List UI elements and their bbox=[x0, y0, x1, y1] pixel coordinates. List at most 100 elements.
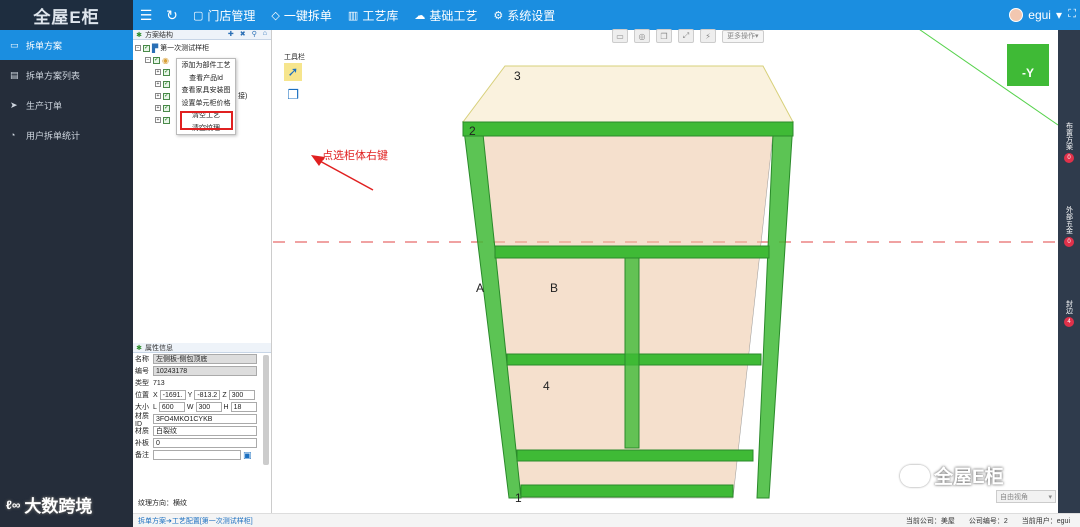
sidebar-item-production-order[interactable]: ➤ 生产订单 bbox=[0, 90, 133, 120]
expand-icon[interactable]: + bbox=[155, 105, 161, 111]
rightbar-edge-banding[interactable]: 封边 4 bbox=[1058, 300, 1080, 327]
right-sidebar: 布置方案 0 外部五金 0 封边 4 bbox=[1058, 30, 1080, 513]
tree-node-root[interactable]: − ✓ ▛ 第一次测试样柜 bbox=[135, 42, 271, 54]
tree-checkbox[interactable]: ✓ bbox=[163, 92, 170, 100]
collapse-icon[interactable]: − bbox=[135, 45, 141, 51]
sidebar-item-user-stats[interactable]: ◔ 用户拆单统计 bbox=[0, 120, 133, 150]
note-field[interactable] bbox=[153, 450, 241, 460]
tree-checkbox[interactable]: ✓ bbox=[143, 44, 150, 52]
prop-code-row: 编号 10243178 bbox=[133, 365, 271, 377]
pos-z-field[interactable]: 300 bbox=[228, 390, 255, 400]
tree-checkbox[interactable]: ✓ bbox=[163, 116, 170, 124]
bottom-rail[interactable] bbox=[520, 484, 734, 498]
fullscreen-icon[interactable]: ⛶ bbox=[1068, 8, 1076, 21]
size-w-field[interactable]: 300 bbox=[195, 402, 222, 412]
send-icon: ➤ bbox=[10, 99, 18, 110]
tree-checkbox[interactable]: ✓ bbox=[153, 56, 160, 64]
breadcrumb[interactable]: 拆单方案➔工艺配置[第一次测试样柜] bbox=[138, 516, 253, 526]
cabinet-model[interactable]: 3 2 A B 4 1 bbox=[273, 30, 1058, 513]
target-icon[interactable]: ◎ bbox=[634, 29, 650, 43]
material-field[interactable]: 白裂纹 bbox=[153, 426, 257, 436]
sidebar: ▭ 拆单方案 ▤ 拆单方案列表 ➤ 生产订单 ◔ 用户拆单统计 bbox=[0, 30, 133, 527]
expand-icon[interactable]: + bbox=[155, 93, 161, 99]
properties-panel: ✱ 属性信息 名称 左侧板-侧包顶底 编号 10243178 类型 713 位置 X -16… bbox=[133, 343, 272, 513]
tree-checkbox[interactable]: ✓ bbox=[163, 80, 170, 88]
menu-item-view-product-id[interactable]: 查看产品Id bbox=[177, 72, 235, 85]
sidebar-item-split-plan[interactable]: ▭ 拆单方案 bbox=[0, 30, 133, 60]
collapse-icon[interactable]: − bbox=[145, 57, 151, 63]
view-mode-select[interactable]: 自由视角 ▾ bbox=[996, 490, 1056, 503]
prop-edge-row: 补板 0 bbox=[133, 437, 271, 449]
count-badge: 0 bbox=[1064, 237, 1074, 247]
material-id-field[interactable]: 3FO4MKO1CYKB bbox=[153, 414, 257, 424]
wechat-icon bbox=[900, 464, 930, 487]
delete-icon[interactable]: ✖ bbox=[240, 30, 246, 38]
panel-icon: ✱ bbox=[136, 31, 142, 39]
gear-icon: ⚙ bbox=[493, 9, 504, 22]
scrollbar[interactable] bbox=[263, 355, 269, 465]
cabinet-top bbox=[462, 65, 794, 123]
more-operations-button[interactable]: 更多操作 ▾ bbox=[722, 29, 764, 43]
refresh-icon[interactable]: ↻ bbox=[159, 7, 185, 24]
menu-icon[interactable]: ☰ bbox=[133, 7, 159, 24]
sidebar-item-split-plan-list[interactable]: ▤ 拆单方案列表 bbox=[0, 60, 133, 90]
search-icon[interactable]: ⚲ bbox=[252, 30, 257, 38]
divider-panel[interactable] bbox=[624, 257, 640, 449]
view-cube[interactable]: -Y bbox=[1007, 44, 1049, 86]
menu-item-view-install-drawing[interactable]: 查看家具安装图 bbox=[177, 84, 235, 97]
select-tool-icon[interactable]: ➚ bbox=[284, 63, 302, 81]
nav-process-library[interactable]: ▥ 工艺库 bbox=[340, 0, 406, 30]
expand-icon[interactable]: + bbox=[155, 81, 161, 87]
marker-b: B bbox=[550, 281, 558, 295]
expand-icon[interactable]: + bbox=[155, 117, 161, 123]
current-user: 当前用户：egui bbox=[1021, 517, 1070, 525]
shelf-3[interactable] bbox=[516, 449, 754, 462]
shield-icon: ◇ bbox=[271, 9, 280, 22]
user-menu[interactable]: egui ▾ bbox=[1009, 0, 1062, 30]
layer-tool-icon[interactable]: ❐ bbox=[284, 86, 302, 104]
nav-basic-process[interactable]: ☁ 基础工艺 bbox=[406, 0, 485, 30]
nav-system-settings[interactable]: ⚙ 系统设置 bbox=[485, 0, 563, 30]
marker-3: 3 bbox=[514, 69, 521, 83]
rightbar-layout-plan[interactable]: 布置方案 0 bbox=[1058, 122, 1080, 163]
size-l-field[interactable]: 600 bbox=[158, 402, 185, 412]
count-badge: 4 bbox=[1064, 317, 1074, 327]
rightbar-external-hardware[interactable]: 外部五金 0 bbox=[1058, 206, 1080, 247]
marker-4: 4 bbox=[543, 379, 550, 393]
top-rail[interactable] bbox=[462, 121, 794, 137]
save-icon[interactable]: ▣ bbox=[243, 450, 252, 461]
nav-store-management[interactable]: ▢ 门店管理 bbox=[185, 0, 263, 30]
copy-icon[interactable]: ❐ bbox=[656, 29, 672, 43]
3d-viewport[interactable]: 3 2 A B 4 1 bbox=[273, 30, 1058, 513]
nav-one-click-split[interactable]: ◇ 一键拆单 bbox=[263, 0, 339, 30]
folder-icon[interactable]: ▭ bbox=[612, 29, 628, 43]
tree-checkbox[interactable]: ✓ bbox=[163, 68, 170, 76]
shelf-1[interactable] bbox=[494, 245, 770, 259]
home-icon[interactable]: ⌂ bbox=[263, 30, 267, 38]
expand-icon[interactable]: + bbox=[155, 69, 161, 75]
highlight-box bbox=[180, 111, 233, 130]
avatar bbox=[1009, 8, 1024, 22]
cabinet-body[interactable] bbox=[462, 65, 794, 499]
toolbar-label: 工具栏 bbox=[284, 54, 305, 61]
pos-y-field[interactable]: -813.2 bbox=[194, 390, 221, 400]
grain-direction: 纹理方向：横纹 bbox=[138, 500, 187, 507]
size-h-field[interactable]: 18 bbox=[230, 402, 257, 412]
name-field[interactable]: 左侧板-侧包顶底 bbox=[153, 354, 257, 364]
edge-field[interactable]: 0 bbox=[153, 438, 257, 448]
code-field[interactable]: 10243178 bbox=[153, 366, 257, 376]
expand-icon[interactable]: ⤢ bbox=[678, 29, 694, 43]
prop-name-row: 名称 左侧板-侧包顶底 bbox=[133, 353, 271, 365]
lightning-icon[interactable]: ⚡ bbox=[700, 29, 716, 43]
menu-item-set-unit-price[interactable]: 设置单元柜价格 bbox=[177, 97, 235, 110]
panel-icon: ✱ bbox=[136, 344, 142, 352]
document-icon: ▢ bbox=[193, 9, 204, 22]
annotation-text: 点选柜体右键 bbox=[322, 150, 388, 162]
top-navigation: ☰ ↻ ▢ 门店管理 ◇ 一键拆单 ▥ 工艺库 ☁ 基础工艺 ⚙ 系统设置 egui ▾ ⛶ bbox=[133, 0, 1080, 30]
add-icon[interactable]: ✚ bbox=[228, 30, 234, 38]
prop-note-row: 备注 ▣ bbox=[135, 449, 252, 461]
current-company: 当前公司：美屋 bbox=[905, 517, 955, 525]
tree-checkbox[interactable]: ✓ bbox=[163, 104, 170, 112]
menu-item-add-part-process[interactable]: 添加为部件工艺 bbox=[177, 59, 235, 72]
pos-x-field[interactable]: -1691. bbox=[159, 390, 186, 400]
